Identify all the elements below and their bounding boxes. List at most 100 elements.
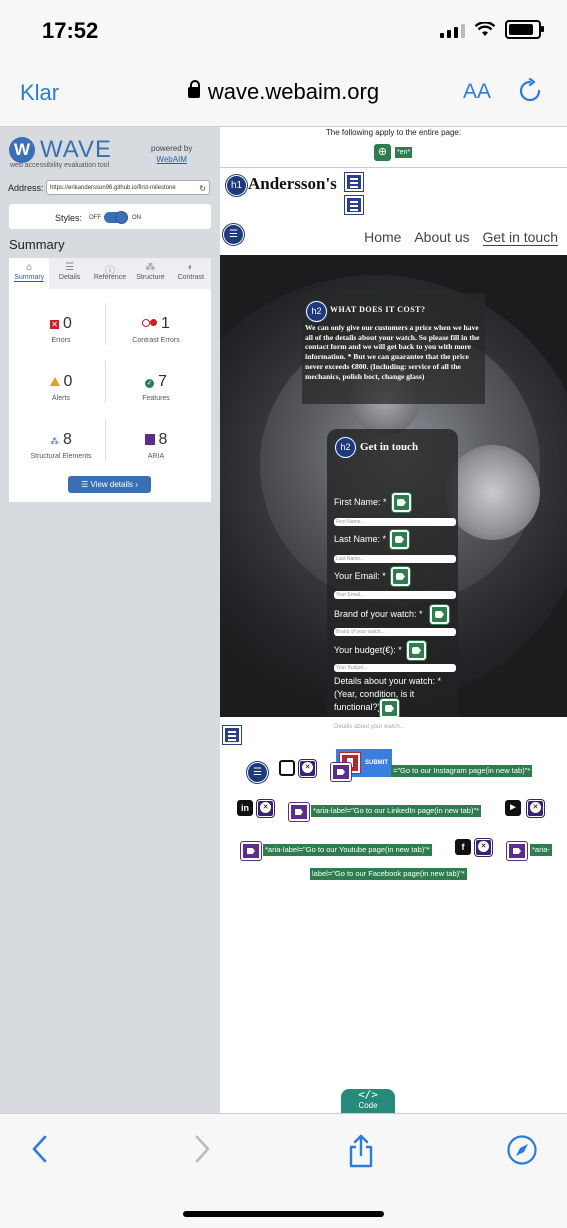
cost-text: We can only give our customers a price w… (305, 323, 480, 381)
tab-details[interactable]: ☰ Details (49, 258, 89, 289)
home-icon: ⌂ (26, 262, 33, 273)
label-tag-icon[interactable] (391, 567, 410, 586)
lock-icon (187, 80, 200, 98)
facebook-aria-label: label="Go to our Facebook page(in new ta… (310, 868, 467, 880)
missing-alt-icon[interactable] (527, 800, 544, 817)
label-tag-icon[interactable] (430, 605, 449, 624)
instagram-aria-label: ="Go to our Instagram page(in new tab)"* (391, 765, 533, 777)
aria-label-icon[interactable] (507, 842, 527, 860)
nav-about[interactable]: About us (414, 229, 469, 245)
last-name-input[interactable]: Last Name... (334, 555, 456, 563)
stat-structural[interactable]: ⁂ 8 Structural Elements (11, 431, 111, 460)
share-icon[interactable] (346, 1134, 376, 1168)
label-tag-icon[interactable] (380, 699, 399, 717)
aria-region-icon[interactable] (345, 173, 363, 191)
stat-alerts[interactable]: 0 Alerts (11, 373, 111, 402)
reload-icon[interactable] (517, 78, 543, 104)
tab-structure[interactable]: ⁂ Structure (130, 258, 170, 289)
info-icon: ⓘ (105, 266, 116, 277)
aria-label-icon[interactable] (241, 842, 261, 860)
youtube-icon[interactable]: ▶ (505, 800, 521, 816)
navigation-icon[interactable]: ☰ (224, 225, 243, 244)
code-toggle-button[interactable]: </> Code (341, 1089, 395, 1113)
forward-icon[interactable] (192, 1134, 212, 1164)
feature-icon: ✓ (145, 379, 155, 388)
h1-marker-icon[interactable]: h1 (226, 175, 247, 196)
structure-icon: ⁂ (145, 262, 156, 273)
refresh-icon[interactable]: ↻ (199, 181, 206, 194)
language-indicator: ⊕ *en* (374, 144, 413, 161)
nav-get-in-touch[interactable]: Get in touch (482, 229, 558, 246)
stat-errors[interactable]: ✕ 0 Errors (11, 315, 111, 344)
navigation-icon[interactable]: ☰ (248, 763, 267, 782)
compass-icon[interactable] (506, 1134, 538, 1166)
wave-logo-text: WAVE (40, 136, 113, 163)
aria-region-icon[interactable] (223, 726, 241, 744)
webaim-link[interactable]: WebAIM (151, 155, 192, 164)
nav-home[interactable]: Home (364, 229, 401, 245)
clock: 17:52 (42, 18, 99, 43)
label-tag-icon[interactable] (390, 530, 409, 549)
brand-label: Brand of your watch: * (334, 609, 423, 619)
first-name-label: First Name: * (334, 497, 387, 507)
view-details-button[interactable]: ☰ View details › (68, 476, 151, 493)
aria-label-icon[interactable] (331, 763, 351, 781)
linkedin-icon[interactable]: in (237, 800, 253, 816)
details-textarea[interactable]: Details about your watch... (334, 724, 405, 730)
h2-marker-icon[interactable]: h2 (307, 302, 326, 321)
h2-marker-icon[interactable]: h2 (336, 438, 355, 457)
code-label: Code (358, 1101, 378, 1110)
text-size-button[interactable]: AA (463, 80, 491, 104)
budget-input[interactable]: Your Budget... (334, 664, 456, 672)
browser-url-bar: Klar wave.webaim.org AA (0, 60, 567, 127)
styles-toggle[interactable] (104, 211, 128, 224)
styles-toggle-box: Styles: OFF ON (9, 204, 211, 229)
browser-toolbar (0, 1113, 567, 1228)
brand-input[interactable]: Brand of your watch... (334, 628, 456, 636)
budget-label: Your budget(€): * (334, 645, 402, 655)
linkedin-aria-label: *aria-label="Go to our LinkedIn page(in … (311, 805, 482, 817)
back-icon[interactable] (30, 1134, 50, 1164)
instagram-icon[interactable] (279, 760, 295, 776)
address-value: https://erikandersson96.github.io/first-… (50, 185, 176, 191)
address-input[interactable]: https://erikandersson96.github.io/first-… (46, 180, 210, 195)
summary-heading: Summary (9, 237, 65, 252)
wifi-icon (475, 22, 495, 36)
tab-summary[interactable]: ⌂ Summary (9, 258, 50, 289)
missing-alt-icon[interactable] (299, 760, 316, 777)
stat-features[interactable]: ✓ 7 Features (106, 373, 206, 402)
email-input[interactable]: Your Email... (334, 591, 456, 599)
tab-reference[interactable]: ⓘ Reference (90, 258, 130, 289)
label-tag-icon[interactable] (407, 641, 426, 660)
status-icons (440, 20, 544, 39)
wave-sidebar: W WAVE web accessibility evaluation tool… (0, 127, 220, 1113)
lang-tag: *en* (395, 147, 413, 158)
aria-region-icon[interactable] (345, 196, 363, 214)
globe-icon[interactable]: ⊕ (374, 144, 391, 161)
missing-alt-icon[interactable] (475, 839, 492, 856)
summary-panel: ✕ 0 Errors 1 Contrast Errors 0 Alerts ✓ 7 … (9, 289, 211, 502)
stat-aria[interactable]: 8 ARIA (106, 431, 206, 460)
wave-tagline: web accessibility evaluation tool (10, 162, 110, 169)
address-label: Address: (8, 183, 44, 193)
aria-label-icon[interactable] (289, 803, 309, 821)
contact-form: h2 Get in touch First Name: * First Name… (327, 429, 458, 717)
aria-icon (144, 434, 155, 445)
label-tag-icon[interactable] (392, 493, 411, 512)
facebook-icon[interactable]: f (455, 839, 471, 855)
applies-text: The following apply to the entire page: (325, 128, 462, 137)
youtube-aria-label: *aria-label="Go to our Youtube page(in n… (263, 844, 432, 856)
status-bar: 17:52 (0, 0, 567, 60)
email-label: Your Email: * (334, 571, 386, 581)
list-icon: ☰ (65, 262, 75, 273)
first-name-input[interactable]: First Name... (334, 518, 456, 526)
missing-alt-icon[interactable] (257, 800, 274, 817)
structure-icon: ⁂ (50, 436, 60, 446)
tab-contrast[interactable]: ◐ Contrast (171, 258, 211, 289)
styles-on-label: ON (132, 215, 141, 221)
wave-logo-icon: W (9, 137, 35, 163)
contrast-icon: ◐ (187, 262, 194, 273)
stat-contrast-errors[interactable]: 1 Contrast Errors (106, 315, 206, 344)
watch-subdial (445, 445, 540, 540)
wave-tabs: ⌂ Summary ☰ Details ⓘ Reference ⁂ Structure … (9, 258, 211, 289)
